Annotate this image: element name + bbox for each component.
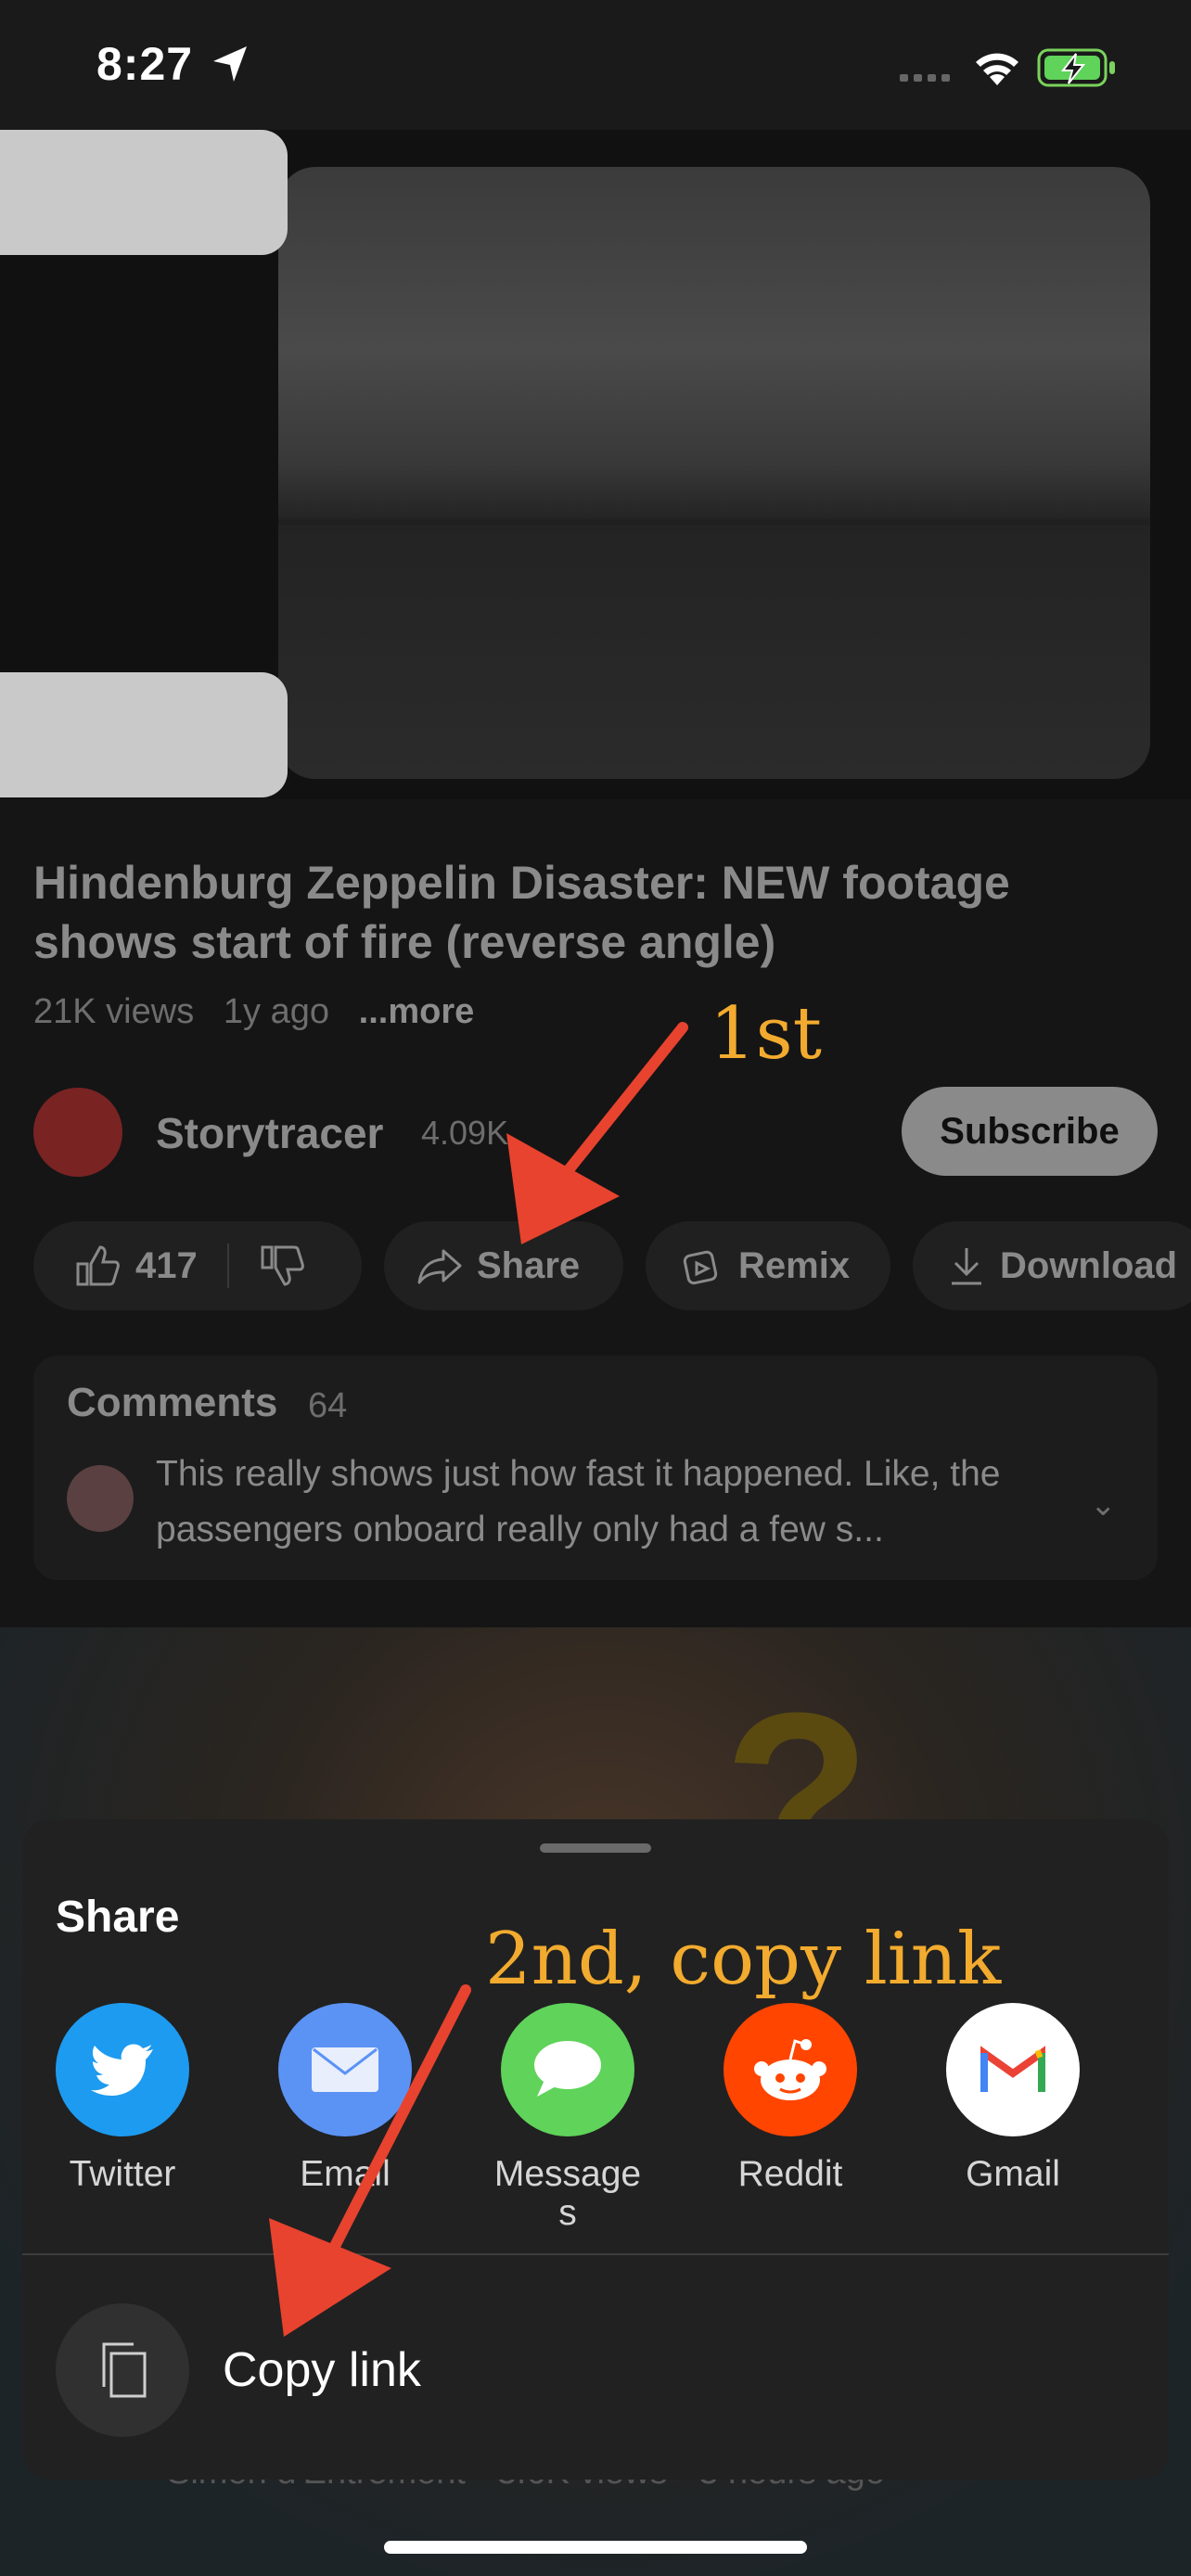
- status-time: 8:27: [96, 38, 194, 90]
- speech-bubble-icon: [501, 2003, 634, 2136]
- annotation-first: 1st: [710, 992, 822, 1076]
- copy-link-label[interactable]: Copy link: [223, 2342, 421, 2398]
- subscribe-button[interactable]: Subscribe: [902, 1087, 1158, 1176]
- copy-link-button[interactable]: [56, 2303, 189, 2437]
- share-reddit-button[interactable]: Reddit: [716, 2003, 864, 2194]
- reddit-alien-icon: [724, 2003, 857, 2136]
- comment-preview: This really shows just how fast it happe…: [156, 1454, 1001, 1549]
- home-indicator[interactable]: [384, 2541, 807, 2554]
- download-icon: [952, 1248, 981, 1285]
- cellular-signal-icon: [900, 74, 950, 82]
- film-sprocket: [0, 672, 288, 797]
- subscriber-count: 4.09K: [421, 1114, 509, 1152]
- film-sprocket: [0, 130, 288, 255]
- wifi-icon: [976, 53, 1018, 85]
- video-title: Hindenburg Zeppelin Disaster: NEW footag…: [33, 857, 1010, 968]
- video-horizon: [278, 519, 1150, 525]
- share-gmail-button[interactable]: Gmail: [939, 2003, 1087, 2194]
- location-arrow-icon: [213, 46, 247, 82]
- sheet-drag-handle[interactable]: [540, 1843, 651, 1853]
- chevron-down-icon[interactable]: ⌄: [1090, 1486, 1117, 1524]
- share-app-label: Message s: [493, 2154, 642, 2233]
- commenter-avatar: [67, 1465, 134, 1532]
- thumbs-down-icon[interactable]: [259, 1243, 305, 1288]
- share-app-label: Email: [300, 2154, 391, 2194]
- video-player[interactable]: [0, 130, 1191, 799]
- download-button[interactable]: Download: [913, 1221, 1191, 1310]
- battery-charging-icon: [1037, 48, 1115, 87]
- share-app-label: Gmail: [966, 2154, 1060, 2194]
- annotation-second: 2nd, copy link: [485, 1918, 1002, 2001]
- channel-avatar[interactable]: [33, 1088, 122, 1177]
- view-count: 21K views: [33, 992, 195, 1031]
- envelope-icon: [278, 2003, 412, 2136]
- video-meta[interactable]: 21K views 1y ago ...more: [33, 992, 474, 1032]
- copy-icon: [102, 2342, 147, 2398]
- share-app-label: Reddit: [737, 2154, 843, 2194]
- more-link[interactable]: ...more: [359, 992, 475, 1031]
- sheet-divider: [22, 2253, 1169, 2255]
- share-button[interactable]: Share: [384, 1221, 623, 1310]
- comments-title: Comments: [67, 1380, 278, 1425]
- like-dislike-pill: 417: [33, 1221, 362, 1310]
- share-twitter-button[interactable]: Twitter: [48, 2003, 197, 2194]
- gmail-m-icon: [946, 2003, 1080, 2136]
- remix-button[interactable]: Remix: [646, 1221, 890, 1310]
- share-messages-button[interactable]: Message s: [493, 2003, 642, 2233]
- like-count: 417: [135, 1244, 198, 1286]
- share-email-button[interactable]: Email: [271, 2003, 419, 2194]
- pill-divider: [226, 1243, 229, 1288]
- download-label: Download: [1000, 1244, 1178, 1286]
- thumbs-up-icon: [76, 1245, 120, 1286]
- channel-name[interactable]: Storytracer: [156, 1108, 383, 1158]
- upload-age: 1y ago: [223, 992, 329, 1031]
- share-app-label: Twitter: [69, 2154, 176, 2194]
- share-sheet-title: Share: [56, 1893, 180, 1942]
- like-button[interactable]: 417: [74, 1243, 198, 1288]
- video-frame: [278, 167, 1150, 779]
- remix-label: Remix: [738, 1244, 851, 1286]
- share-arrow-icon: [417, 1249, 462, 1284]
- share-label: Share: [477, 1244, 581, 1286]
- twitter-bird-icon: [56, 2003, 189, 2136]
- comments-count: 64: [308, 1386, 348, 1425]
- remix-icon: [683, 1250, 718, 1285]
